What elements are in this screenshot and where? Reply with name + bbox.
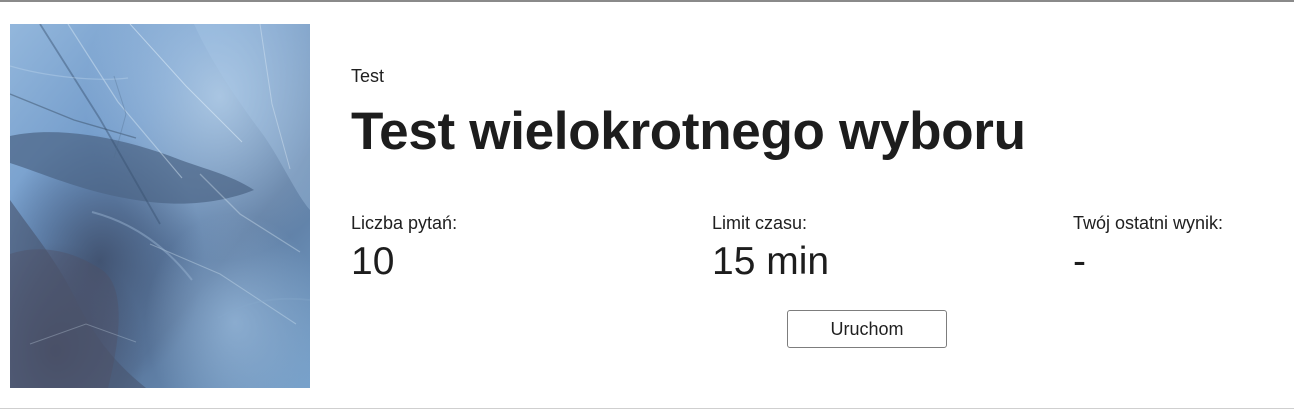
question-count-stat: Liczba pytań: 10	[351, 211, 651, 284]
time-limit-label: Limit czasu:	[712, 213, 808, 233]
quiz-card: Test Test wielokrotnego wyboru Liczba py…	[0, 0, 1294, 409]
last-score-value: -	[1073, 240, 1086, 283]
question-count-label: Liczba pytań:	[351, 213, 458, 233]
time-limit-stat: Limit czasu: 15 min	[712, 211, 1012, 284]
quiz-thumbnail-art	[10, 24, 310, 388]
quiz-thumbnail-image	[10, 24, 310, 388]
question-count-value: 10	[351, 240, 395, 283]
quiz-info-panel: Test Test wielokrotnego wyboru Liczba py…	[351, 2, 1271, 411]
quiz-title: Test wielokrotnego wyboru	[351, 102, 1026, 161]
last-score-label: Twój ostatni wynik:	[1073, 213, 1224, 233]
last-score-stat: Twój ostatni wynik: -	[1073, 211, 1294, 284]
quiz-type-label: Test	[351, 66, 385, 86]
launch-quiz-button[interactable]: Uruchom	[787, 310, 947, 348]
time-limit-value: 15 min	[712, 240, 830, 283]
